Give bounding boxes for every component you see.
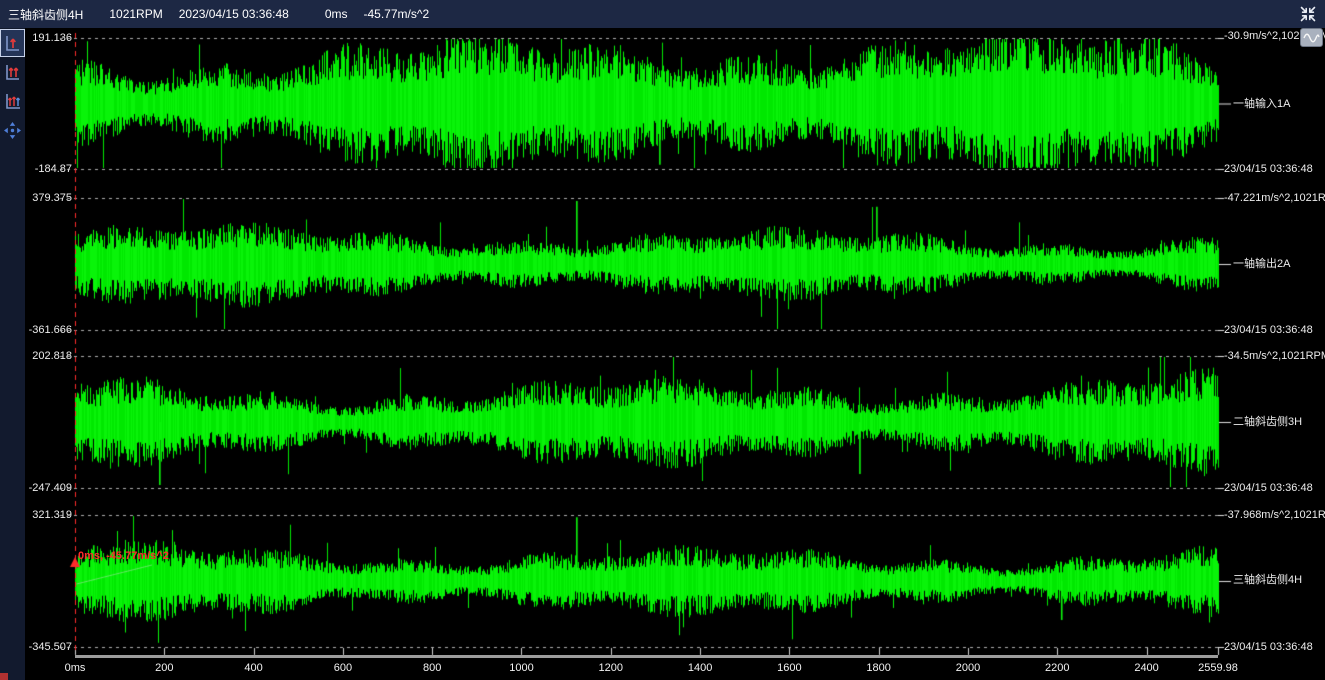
cursor-readout-label: 0ms, -45.77m/s^2 [78, 550, 169, 562]
axis-one-red-arrow-icon [4, 34, 21, 53]
channel-name-label: 一轴输入1A [1233, 97, 1290, 111]
x-axis-tick-label: 1000 [509, 662, 533, 674]
time-axis-scrollbar[interactable] [75, 655, 1218, 658]
move-cross-arrows-icon [4, 122, 21, 139]
sine-wave-icon [1303, 32, 1320, 44]
left-toolbar [0, 28, 25, 680]
cursor-amplitude-value: -45.77m/s^2 [364, 7, 430, 21]
x-axis-tick-label: 600 [334, 662, 352, 674]
single-waveform-tool[interactable] [1, 30, 24, 56]
channel-info-label: -47.221m/s^2,1021RPM [1224, 191, 1325, 205]
channel-timestamp-label: 23/04/15 03:36:48 [1224, 640, 1313, 654]
x-axis-tick-label: 2559.98 [1198, 662, 1238, 674]
collapse-to-center-icon[interactable] [1299, 5, 1317, 23]
multi-waveform-tool[interactable] [1, 88, 24, 114]
channel-timestamp-label: 23/04/15 03:36:48 [1224, 323, 1313, 337]
measurement-point-title: 三轴斜齿侧4H [8, 6, 83, 23]
waveform-display-button[interactable] [1300, 28, 1323, 47]
channel-info-label: -37.968m/s^2,1021RPM [1224, 508, 1325, 522]
channel-timestamp-label: 23/04/15 03:36:48 [1224, 481, 1313, 495]
measurement-datetime: 2023/04/15 03:36:48 [179, 7, 289, 21]
x-axis-tick-label: 2200 [1045, 662, 1069, 674]
x-axis-tick-label: 2000 [956, 662, 980, 674]
bottom-left-marker [0, 673, 8, 680]
x-axis-tick-label: 1600 [777, 662, 801, 674]
rpm-value: 1021RPM [109, 7, 162, 21]
x-axis-tick-label: 0ms [65, 662, 86, 674]
waveform-plot-canvas[interactable] [0, 0, 1325, 680]
x-axis-tick-label: 1800 [866, 662, 890, 674]
x-axis-tick-label: 1400 [688, 662, 712, 674]
top-status-bar: 三轴斜齿侧4H 1021RPM 2023/04/15 03:36:48 0ms … [0, 0, 1325, 28]
x-axis-tick-label: 2400 [1134, 662, 1158, 674]
axis-two-red-arrows-icon [4, 63, 21, 82]
x-axis-tick-label: 1200 [599, 662, 623, 674]
axis-three-arrows-icon [4, 92, 21, 111]
channel-info-label: -34.5m/s^2,1021RPM [1224, 349, 1325, 363]
pan-tool[interactable] [1, 117, 24, 143]
x-axis-tick-label: 400 [244, 662, 262, 674]
app-window: 三轴斜齿侧4H 1021RPM 2023/04/15 03:36:48 0ms … [0, 0, 1325, 680]
cursor-time-value: 0ms [325, 7, 348, 21]
channel-name-label: 二轴斜齿侧3H [1233, 415, 1302, 429]
x-axis-tick-label: 800 [423, 662, 441, 674]
channel-timestamp-label: 23/04/15 03:36:48 [1224, 162, 1313, 176]
dual-waveform-tool[interactable] [1, 59, 24, 85]
x-axis-tick-label: 200 [155, 662, 173, 674]
channel-name-label: 一轴输出2A [1233, 257, 1290, 271]
channel-name-label: 三轴斜齿侧4H [1233, 573, 1302, 587]
